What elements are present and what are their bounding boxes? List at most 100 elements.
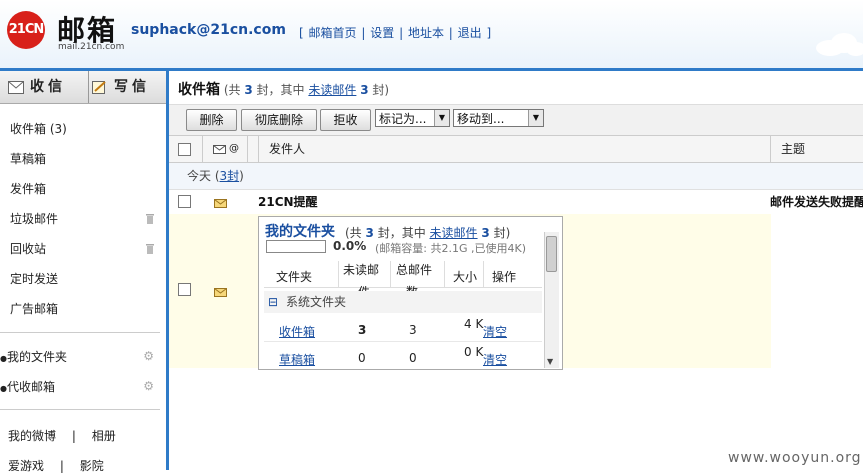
sidebar-item-my-folders[interactable]: ●我的文件夹 ⚙ — [0, 342, 160, 372]
sidebar-item-proxy-mail[interactable]: ●代收邮箱 ⚙ — [0, 372, 160, 402]
logo-domain: mail.21cn.com — [58, 42, 125, 52]
column-separator — [390, 261, 391, 287]
clear-folder-link[interactable]: 清空 — [483, 323, 507, 340]
folder-popup-title: 我的文件夹 — [265, 224, 335, 240]
folder-unread: 3 — [358, 323, 367, 337]
link-album[interactable]: 相册 — [92, 429, 116, 443]
nav-mail-home[interactable]: 邮箱首页 — [309, 26, 357, 40]
sidebar-item-inbox[interactable]: 收件箱 (3) — [0, 114, 160, 144]
header: 21CN 邮箱 mail.21cn.com suphack@21cn.com [… — [0, 0, 863, 71]
delete-button[interactable]: 删除 — [186, 109, 237, 131]
reject-button[interactable]: 拒收 — [320, 109, 371, 131]
nav-sep: | — [361, 26, 366, 40]
row-checkbox[interactable] — [178, 283, 191, 296]
column-separator — [338, 261, 339, 287]
toolbar: 删除 彻底删除 拒收 标记为... ▼ 移动到... ▼ — [169, 104, 863, 136]
column-subject[interactable]: 主题 — [781, 136, 805, 162]
mail-sender[interactable]: 21CN提醒 — [258, 190, 318, 214]
envelope-icon[interactable] — [213, 145, 226, 154]
folder-popup-summary: (共 3 封，其中 未读邮件 3 封) — [345, 224, 510, 241]
capacity-text: (邮箱容量: 共2.1G ,已使用4K) — [375, 242, 527, 255]
unread-link[interactable]: 未读邮件 — [308, 83, 356, 97]
sidebar-item-drafts[interactable]: 草稿箱 — [0, 144, 160, 174]
mail-list-panel: 收件箱 (共 3 封，其中 未读邮件 3 封) 删除 彻底删除 拒收 标记为..… — [169, 71, 863, 470]
unread-link[interactable]: 未读邮件 — [430, 226, 478, 240]
sidebar-item-label: 垃圾邮件 — [10, 212, 59, 226]
summary-mid: 封，其中 — [377, 226, 426, 240]
trash-icon[interactable] — [146, 213, 154, 224]
sidebar-links-row: 我的微博 | 相册 — [8, 427, 116, 444]
unread-envelope-icon — [214, 199, 227, 208]
gear-icon[interactable]: ⚙ — [143, 350, 154, 362]
usage-progress-bar — [266, 240, 326, 253]
logo-badge[interactable]: 21CN — [7, 11, 45, 49]
link-weibo[interactable]: 我的微博 — [8, 429, 56, 443]
sidebar-item-recycle[interactable]: 回收站 — [0, 234, 160, 264]
summary-pre: (共 — [223, 83, 241, 97]
folder-name-link[interactable]: 收件箱 — [279, 323, 315, 340]
expand-dot-icon: ● — [0, 384, 7, 393]
move-to-select[interactable]: 移动到... ▼ — [453, 109, 544, 127]
column-separator — [258, 136, 259, 162]
sidebar-links-row: 爱游戏 | 影院 — [8, 457, 104, 474]
folder-name-link[interactable]: 草稿箱 — [279, 351, 315, 368]
summary-post: 封) — [372, 83, 390, 97]
link-cinema[interactable]: 影院 — [80, 459, 104, 473]
mark-as-select[interactable]: 标记为... ▼ — [375, 109, 450, 127]
summary-post: 封) — [493, 226, 511, 240]
gear-icon[interactable]: ⚙ — [143, 380, 154, 392]
column-separator — [770, 136, 771, 162]
receive-button[interactable]: 收信 — [0, 71, 89, 103]
move-to-value: 移动到... — [457, 112, 505, 126]
folder-popup: 我的文件夹 (共 3 封，其中 未读邮件 3 封) 0.0% (邮箱容量: 共2… — [258, 216, 563, 370]
summary-pre: (共 — [345, 226, 362, 240]
cloud-icon — [816, 33, 863, 56]
sidebar-item-ads[interactable]: 广告邮箱 — [0, 294, 160, 324]
folder-group-system[interactable]: ⊟ 系统文件夹 — [264, 291, 542, 313]
folder-total: 3 — [409, 323, 417, 337]
page-title: 收件箱 — [178, 82, 220, 98]
folder-table-header: 文件夹 未读邮 件 总邮件 数 大小 操作 — [264, 261, 542, 299]
sidebar-item-label: 我的文件夹 — [6, 350, 67, 364]
col-folder: 文件夹 — [276, 270, 313, 284]
column-sender[interactable]: 发件人 — [269, 136, 305, 162]
chevron-down-icon: ▼ — [434, 110, 449, 126]
nav-logout[interactable]: 退出 — [458, 26, 482, 40]
scrollbar-thumb[interactable] — [546, 236, 557, 272]
select-all-checkbox[interactable] — [178, 143, 191, 156]
trash-icon[interactable] — [146, 243, 154, 254]
envelope-icon — [8, 80, 24, 94]
row-checkbox[interactable] — [178, 195, 191, 208]
write-button[interactable]: 写信 — [82, 71, 176, 103]
sidebar-item-scheduled[interactable]: 定时发送 — [0, 264, 160, 294]
scroll-down-arrow-icon[interactable]: ▼ — [547, 357, 553, 366]
sidebar-item-spam[interactable]: 垃圾邮件 — [0, 204, 160, 234]
folder-unread: 0 — [358, 351, 366, 365]
folder-popup-scrollbar[interactable]: ▼ — [544, 232, 559, 368]
nav-address-book[interactable]: 地址本 — [408, 26, 444, 40]
receive-label: 收信 — [30, 79, 66, 95]
nav-settings[interactable]: 设置 — [370, 26, 394, 40]
mail-subject[interactable]: 邮件发送失败提醒 — [770, 190, 863, 214]
sidebar-item-label: 收件箱 (3) — [10, 122, 67, 136]
sidebar-item-sent[interactable]: 发件箱 — [0, 174, 160, 204]
mark-as-value: 标记为... — [379, 112, 427, 126]
mail-row[interactable]: 21CN提醒 邮件发送失败提醒 — [169, 190, 863, 214]
user-email: suphack@21cn.com — [131, 22, 286, 38]
attachment-icon[interactable]: @ — [229, 136, 239, 162]
collapse-icon[interactable]: ⊟ — [268, 291, 278, 313]
link-games[interactable]: 爱游戏 — [8, 459, 44, 473]
column-separator — [444, 261, 445, 287]
total-count: 3 — [365, 226, 374, 240]
sidebar-item-label: 回收站 — [10, 242, 47, 256]
total-count: 3 — [244, 83, 253, 97]
mailbox-header: 收件箱 (共 3 封，其中 未读邮件 3 封) — [178, 79, 389, 99]
date-group-count-link[interactable]: 3封 — [220, 169, 240, 183]
purge-button[interactable]: 彻底删除 — [241, 109, 317, 131]
expand-dot-icon: ● — [0, 354, 7, 363]
clear-folder-link[interactable]: 清空 — [483, 351, 507, 368]
write-label: 写信 — [114, 79, 150, 95]
mail-table-header: @ 发件人 主题 — [169, 136, 863, 163]
folder-group-label: 系统文件夹 — [286, 295, 347, 309]
nav-sep: | — [448, 26, 453, 40]
